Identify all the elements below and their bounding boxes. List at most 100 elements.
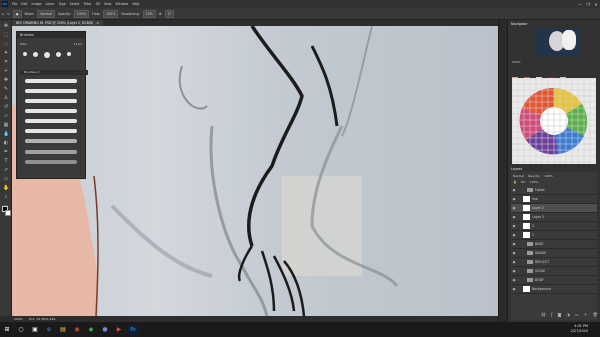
pen-tool-icon[interactable]: ✒ [3, 150, 9, 155]
layer-row-selected[interactable]: ◉ Layer 2 [511, 204, 597, 213]
brush-stroke-preview[interactable] [25, 129, 77, 133]
color-wheel-panel[interactable] [512, 78, 596, 164]
brush-stroke-preview[interactable] [25, 139, 77, 143]
navigator-zoom-value[interactable]: 200% [512, 60, 521, 64]
opacity-field[interactable]: 100% [73, 9, 90, 18]
marquee-tool-icon[interactable]: ⬚ [3, 33, 9, 38]
layer-row[interactable]: ◉ BASE [511, 240, 597, 249]
crop-tool-icon[interactable]: ⌗ [3, 60, 9, 65]
visibility-eye-icon[interactable]: ◉ [511, 197, 517, 201]
start-icon[interactable]: ⊞ [2, 325, 12, 335]
maximize-button[interactable]: ❐ [584, 0, 592, 8]
visibility-eye-icon[interactable]: ◉ [511, 224, 517, 228]
menu-window[interactable]: Window [114, 2, 131, 6]
discord-icon[interactable]: ● [100, 325, 110, 335]
menu-select[interactable]: Select [68, 2, 82, 6]
blur-tool-icon[interactable]: 💧 [3, 132, 9, 137]
flow-field[interactable]: 100% [103, 9, 119, 18]
brush-preset-picker[interactable]: ● [12, 9, 22, 18]
layer-row[interactable]: ◉ SHADE [511, 249, 597, 258]
layer-row[interactable]: ◉ GLOW [511, 267, 597, 276]
close-tab-icon[interactable]: × [96, 21, 99, 25]
brush-size-control[interactable]: Size: 11 px [20, 41, 82, 47]
navigator-title[interactable]: Navigator [511, 22, 528, 27]
collapsed-panel-strip[interactable] [498, 20, 508, 322]
brush-stroke-preview[interactable] [25, 79, 77, 83]
brush-stroke-preview[interactable] [25, 150, 77, 154]
chrome-icon[interactable]: ◉ [72, 325, 82, 335]
menu-view[interactable]: View [102, 2, 114, 6]
menu-3d[interactable]: 3D [93, 2, 101, 6]
home-icon[interactable]: ⌂ [2, 12, 4, 16]
mode-select[interactable]: Normal [37, 9, 55, 18]
visibility-eye-icon[interactable]: ◉ [511, 287, 517, 291]
angle-field[interactable]: 0° [164, 9, 175, 18]
menu-type[interactable]: Type [56, 2, 67, 6]
search-icon[interactable]: ○ [16, 325, 26, 335]
photoshop-logo[interactable]: Ps [2, 1, 8, 7]
eyedropper-tool-icon[interactable]: ⌿ [3, 69, 9, 74]
layer-row[interactable]: ◉ Layer 3 [511, 213, 597, 222]
quick-select-tool-icon[interactable]: ✦ [3, 51, 9, 56]
photoshop-taskbar-icon[interactable]: Ps [128, 324, 138, 335]
close-button[interactable]: ✕ [592, 0, 600, 8]
fx-icon[interactable]: ƒ [551, 312, 552, 318]
layer-opacity-value[interactable]: 100% [544, 174, 553, 178]
background-color-swatch[interactable] [5, 210, 11, 216]
file-explorer-icon[interactable]: ▤ [58, 325, 68, 335]
blend-mode-select[interactable]: Normal [513, 174, 524, 178]
shape-tool-icon[interactable]: ▭ [3, 177, 9, 182]
brush-tool-icon[interactable]: ✎ [7, 12, 10, 16]
eraser-tool-icon[interactable]: ▱ [3, 114, 9, 119]
layer-row[interactable]: ◉ 2 [511, 222, 597, 231]
brush-stroke-preview[interactable] [25, 99, 77, 103]
smoothing-field[interactable]: 10% [142, 9, 156, 18]
layer-row[interactable]: ◉ BODY [511, 276, 597, 285]
visibility-eye-icon[interactable]: ◉ [511, 188, 517, 192]
brush-tip-preset[interactable] [44, 52, 50, 58]
dodge-tool-icon[interactable]: ◐ [3, 141, 9, 146]
stamp-tool-icon[interactable]: ♙ [3, 96, 9, 101]
move-tool-icon[interactable]: ✥ [3, 24, 9, 29]
new-group-icon[interactable]: ▭ [575, 312, 579, 318]
color-wheel[interactable] [512, 78, 596, 164]
brush-stroke-preview[interactable] [25, 119, 77, 123]
visibility-eye-icon[interactable]: ◉ [511, 242, 517, 246]
menu-image[interactable]: Image [30, 2, 44, 6]
layer-row[interactable]: ◉ 1 [511, 231, 597, 240]
navigator-thumbnail[interactable] [535, 28, 579, 56]
app-icon[interactable]: ◆ [86, 325, 96, 335]
visibility-eye-icon[interactable]: ◉ [511, 215, 517, 219]
brush-tip-preset[interactable] [23, 52, 27, 56]
adjustment-icon[interactable]: ◑ [566, 312, 570, 318]
brush-tip-preset[interactable] [56, 52, 61, 57]
menu-edit[interactable]: Edit [19, 2, 29, 6]
media-app-icon[interactable]: ▶ [114, 325, 124, 335]
type-tool-icon[interactable]: T [3, 159, 9, 164]
visibility-eye-icon[interactable]: ◉ [511, 206, 517, 210]
minimize-button[interactable]: — [576, 0, 584, 8]
link-icon[interactable]: ⛓ [541, 312, 546, 318]
settings-gear-icon[interactable]: ⚙ [159, 12, 162, 16]
menu-file[interactable]: File [10, 2, 19, 6]
layer-row[interactable]: ◉ REFLECT [511, 258, 597, 267]
brush-stroke-preview[interactable] [25, 109, 77, 113]
layer-row[interactable]: ◉ Folder [511, 186, 597, 195]
layer-row[interactable]: ◉ Background [511, 285, 597, 294]
brush-tip-preset[interactable] [33, 52, 38, 57]
brush-tip-preset[interactable] [67, 52, 71, 56]
brush-stroke-preview[interactable] [25, 89, 77, 93]
lasso-tool-icon[interactable]: ◌ [3, 42, 9, 47]
healing-tool-icon[interactable]: ✚ [3, 78, 9, 83]
new-layer-icon[interactable]: ＋ [584, 312, 588, 318]
status-zoom[interactable]: 200% [14, 317, 23, 321]
zoom-tool-icon[interactable]: ⌕ [3, 195, 9, 200]
visibility-eye-icon[interactable]: ◉ [511, 251, 517, 255]
edge-icon[interactable]: e [44, 325, 54, 335]
visibility-eye-icon[interactable]: ◉ [511, 233, 517, 237]
menu-layer[interactable]: Layer [44, 2, 57, 6]
mask-icon[interactable]: ◙ [558, 312, 562, 318]
hand-tool-icon[interactable]: ✋ [3, 186, 9, 191]
brush-tool-icon[interactable]: ✎ [3, 87, 9, 92]
task-view-icon[interactable]: ▣ [30, 325, 40, 335]
